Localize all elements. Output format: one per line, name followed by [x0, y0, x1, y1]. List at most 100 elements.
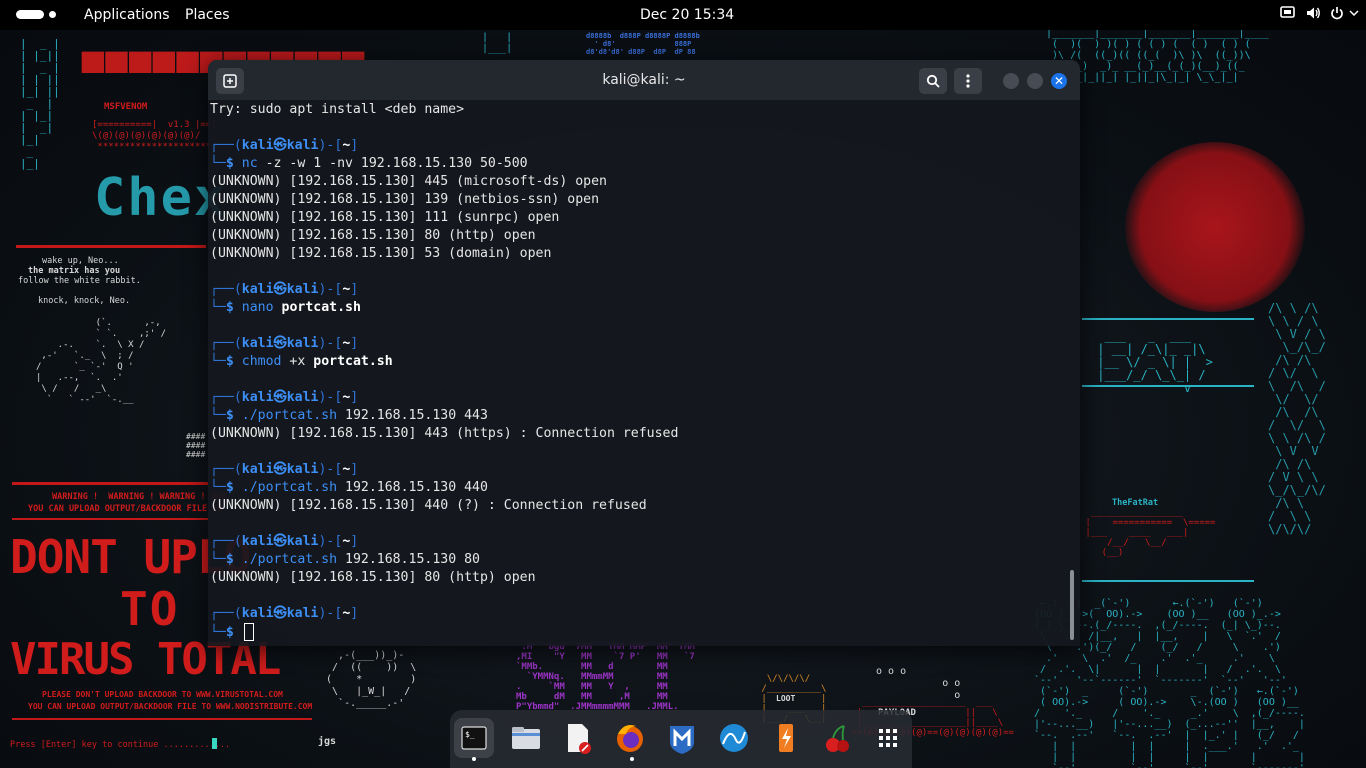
search-icon [926, 74, 940, 88]
prompt-bracket: )-[ [318, 606, 343, 621]
chevron-down-icon[interactable] [1346, 6, 1362, 22]
prompt-user-host: kali㉿kali [241, 390, 319, 405]
minimize-button[interactable] [1003, 73, 1019, 89]
prompt-bracket: ┌──( [210, 138, 242, 153]
files-app-launcher[interactable] [506, 718, 546, 758]
terminal-output[interactable]: Try: sudo apt install <deb name> ┌──(kal… [210, 101, 1060, 646]
activities-indicator[interactable] [16, 10, 44, 19]
prompt-user-host: kali㉿kali [241, 534, 319, 549]
maximize-button[interactable] [1027, 73, 1043, 89]
wallpaper-msfvenom: MSFVENOM [104, 102, 148, 112]
wallpaper-warning-1: WARNING ! WARNING ! WARNING ! WAR [52, 492, 226, 502]
terminal-output-line: (UNKNOWN) [192.168.15.130] 53 (domain) o… [210, 246, 552, 261]
close-icon: ✕ [1053, 74, 1065, 88]
wallpaper-red-line-4 [12, 718, 312, 720]
burpsuite-app-launcher[interactable] [766, 718, 806, 758]
wallpaper-hash-art: #### #### #### [186, 432, 206, 459]
volume-icon[interactable] [1305, 6, 1321, 22]
text-editor-app-icon [568, 724, 591, 754]
wireshark-app-launcher[interactable] [714, 718, 754, 758]
prompt-bracket: )-[ [318, 138, 343, 153]
wallpaper-cyan-line-1 [1082, 318, 1254, 320]
command-name: ./portcat.sh [241, 480, 338, 495]
terminal-prompt-line: ┌──(kali㉿kali)-[~] [210, 281, 1060, 299]
prompt-bracket: )-[ [318, 282, 343, 297]
app-grid-button[interactable] [868, 718, 908, 758]
app-grid-icon [879, 729, 897, 747]
wallpaper-matrix-3: follow the white rabbit. [18, 276, 141, 286]
firefox-app-icon [617, 725, 643, 752]
screen-icon[interactable] [1279, 6, 1295, 22]
prompt-user-host: kali㉿kali [241, 336, 319, 351]
text-editor-app-launcher[interactable] [558, 718, 598, 758]
prompt-bracket: ┌──( [210, 336, 242, 351]
prompt-bracket: ] [350, 138, 359, 153]
cherrytree-app-launcher[interactable] [818, 718, 858, 758]
prompt-dollar: $ [225, 156, 242, 171]
metasploit-app-launcher[interactable] [662, 718, 702, 758]
wallpaper-cyan-line-2 [1082, 385, 1254, 387]
wallpaper-matrix-1: wake up, Neo... [42, 256, 119, 266]
prompt-dollar: $ [225, 480, 242, 495]
prompt-bracket: ┌──( [210, 390, 242, 405]
places-menu[interactable]: Places [185, 7, 230, 23]
prompt-bracket: ] [350, 390, 359, 405]
search-button[interactable] [919, 68, 947, 94]
prompt-bracket: ┌──( [210, 606, 242, 621]
firefox-app-launcher[interactable] [610, 718, 650, 758]
prompt-corner: └─ [210, 625, 226, 640]
prompt-dollar: $ [225, 552, 242, 567]
terminal-output-line: (UNKNOWN) [192.168.15.130] 440 (?) : Con… [210, 498, 647, 513]
cherrytree-app-icon [826, 725, 849, 752]
clock[interactable]: Dec 20 15:34 [640, 7, 734, 23]
wallpaper-please-1: PLEASE DON'T UPLOAD BACKDOOR TO WWW.VIRU… [42, 690, 283, 699]
wallpaper-circles-art: o o o o o o [876, 666, 961, 701]
prompt-corner: └─ [210, 300, 226, 315]
prompt-bracket: ] [350, 606, 359, 621]
prompt-bracket: ] [350, 534, 359, 549]
terminal-cursor[interactable] [243, 623, 254, 641]
prompt-bracket: )-[ [318, 390, 343, 405]
wallpaper-red-line-3 [12, 518, 208, 520]
files-app-icon [512, 727, 540, 749]
command-args: 192.168.15.130 80 [337, 552, 480, 567]
terminal-app-launcher[interactable]: $_ [454, 718, 494, 758]
terminal-prompt-line: ┌──(kali㉿kali)-[~] [210, 461, 1060, 479]
command-name: ./portcat.sh [241, 408, 338, 423]
prompt-bracket: ] [350, 282, 359, 297]
command-name: chmod [241, 354, 282, 369]
terminal-app-icon: $_ [461, 726, 487, 750]
terminal-command-line: └─$ chmod +x portcat.sh [210, 353, 1060, 371]
terminal-output-line: (UNKNOWN) [192.168.15.130] 139 (netbios-… [210, 192, 600, 207]
terminal-title: kali@kali: ~ [602, 72, 686, 88]
terminal-command-line: └─$ ./portcat.sh 192.168.15.130 80 [210, 551, 1060, 569]
terminal-output-line: (UNKNOWN) [192.168.15.130] 80 (http) ope… [210, 228, 536, 243]
power-icon[interactable] [1329, 6, 1345, 22]
terminal-command-line: └─$ ./portcat.sh 192.168.15.130 443 [210, 407, 1060, 425]
terminal-running-dot [472, 757, 476, 761]
terminal-window[interactable]: kali@kali: ~ ✕ Try: sudo apt install <de… [208, 60, 1080, 646]
command-args: 192.168.15.130 443 [337, 408, 488, 423]
workspace-dot[interactable] [49, 11, 56, 18]
close-button[interactable]: ✕ [1051, 73, 1067, 89]
applications-menu[interactable]: Applications [84, 7, 170, 23]
wallpaper-loot: LOOT [776, 694, 796, 703]
wallpaper-purple-art: .M"""bgd `7MM"""YMM MMP""MM""YMM ,MI "Y … [516, 642, 695, 712]
prompt-bracket: )-[ [318, 534, 343, 549]
prompt-corner: └─ [210, 480, 226, 495]
prompt-bracket: )-[ [318, 462, 343, 477]
terminal-scrollbar[interactable] [1070, 570, 1074, 640]
terminal-headerbar[interactable]: kali@kali: ~ ✕ [208, 60, 1080, 100]
command-args [274, 300, 282, 315]
menu-button[interactable] [954, 68, 982, 94]
command-args: 192.168.15.130 440 [337, 480, 488, 495]
command-name: nc [241, 156, 258, 171]
terminal-prompt-line: ┌──(kali㉿kali)-[~] [210, 605, 1060, 623]
terminal-prompt-line: ┌──(kali㉿kali)-[~] [210, 533, 1060, 551]
wallpaper-red-globe [1125, 142, 1305, 312]
